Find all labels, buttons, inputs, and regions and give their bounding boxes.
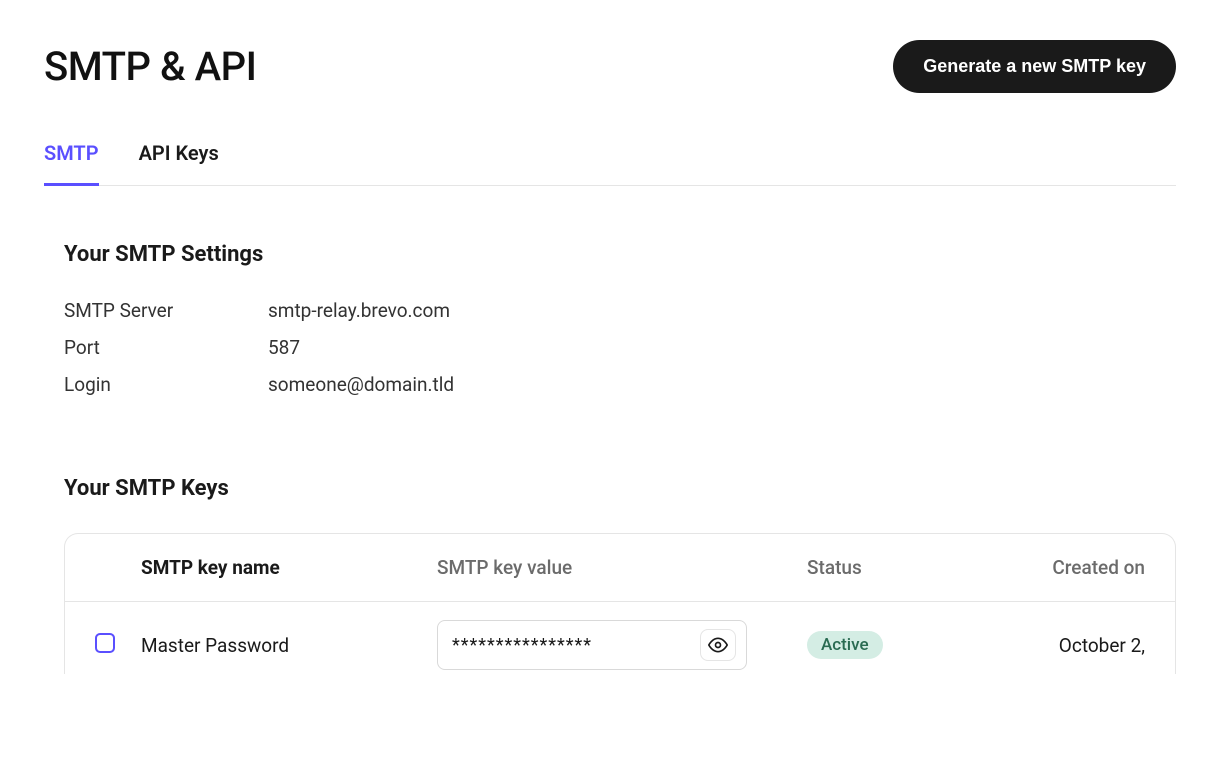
tab-smtp[interactable]: SMTP (44, 141, 99, 186)
smtp-settings-grid: SMTP Server smtp-relay.brevo.com Port 58… (44, 299, 1176, 396)
eye-icon (708, 635, 728, 655)
table-header-row: SMTP key name SMTP key value Status Crea… (65, 534, 1175, 602)
table-row: Master Password **************** Active … (65, 602, 1175, 674)
key-created-cell: October 2, (999, 634, 1145, 657)
status-badge: Active (807, 631, 883, 659)
key-status-cell: Active (807, 631, 999, 659)
key-name-cell: Master Password (141, 634, 437, 657)
row-checkbox-cell (95, 633, 141, 657)
col-created-header: Created on (999, 556, 1145, 579)
smtp-login-value: someone@domain.tld (268, 373, 454, 396)
col-value-header: SMTP key value (437, 556, 807, 579)
smtp-port-value: 587 (268, 336, 300, 359)
smtp-port-row: Port 587 (64, 336, 1176, 359)
row-checkbox[interactable] (95, 633, 115, 653)
tab-api-keys[interactable]: API Keys (139, 141, 219, 186)
smtp-login-row: Login someone@domain.tld (64, 373, 1176, 396)
smtp-server-label: SMTP Server (64, 299, 268, 322)
page-title: SMTP & API (44, 43, 256, 90)
reveal-key-button[interactable] (700, 629, 736, 661)
smtp-port-label: Port (64, 336, 268, 359)
smtp-server-row: SMTP Server smtp-relay.brevo.com (64, 299, 1176, 322)
smtp-login-label: Login (64, 373, 268, 396)
masked-key-value: **************** (452, 635, 592, 656)
key-value-cell: **************** (437, 620, 807, 670)
generate-smtp-key-button[interactable]: Generate a new SMTP key (893, 40, 1176, 93)
smtp-keys-table: SMTP key name SMTP key value Status Crea… (64, 533, 1176, 674)
col-name-header: SMTP key name (141, 556, 437, 579)
smtp-settings-heading: Your SMTP Settings (44, 242, 1176, 267)
col-status-header: Status (807, 556, 999, 579)
smtp-server-value: smtp-relay.brevo.com (268, 299, 450, 322)
tabs-bar: SMTP API Keys (44, 141, 1176, 186)
page-header: SMTP & API Generate a new SMTP key (44, 40, 1176, 93)
smtp-keys-heading: Your SMTP Keys (44, 476, 1176, 501)
key-value-box: **************** (437, 620, 747, 670)
